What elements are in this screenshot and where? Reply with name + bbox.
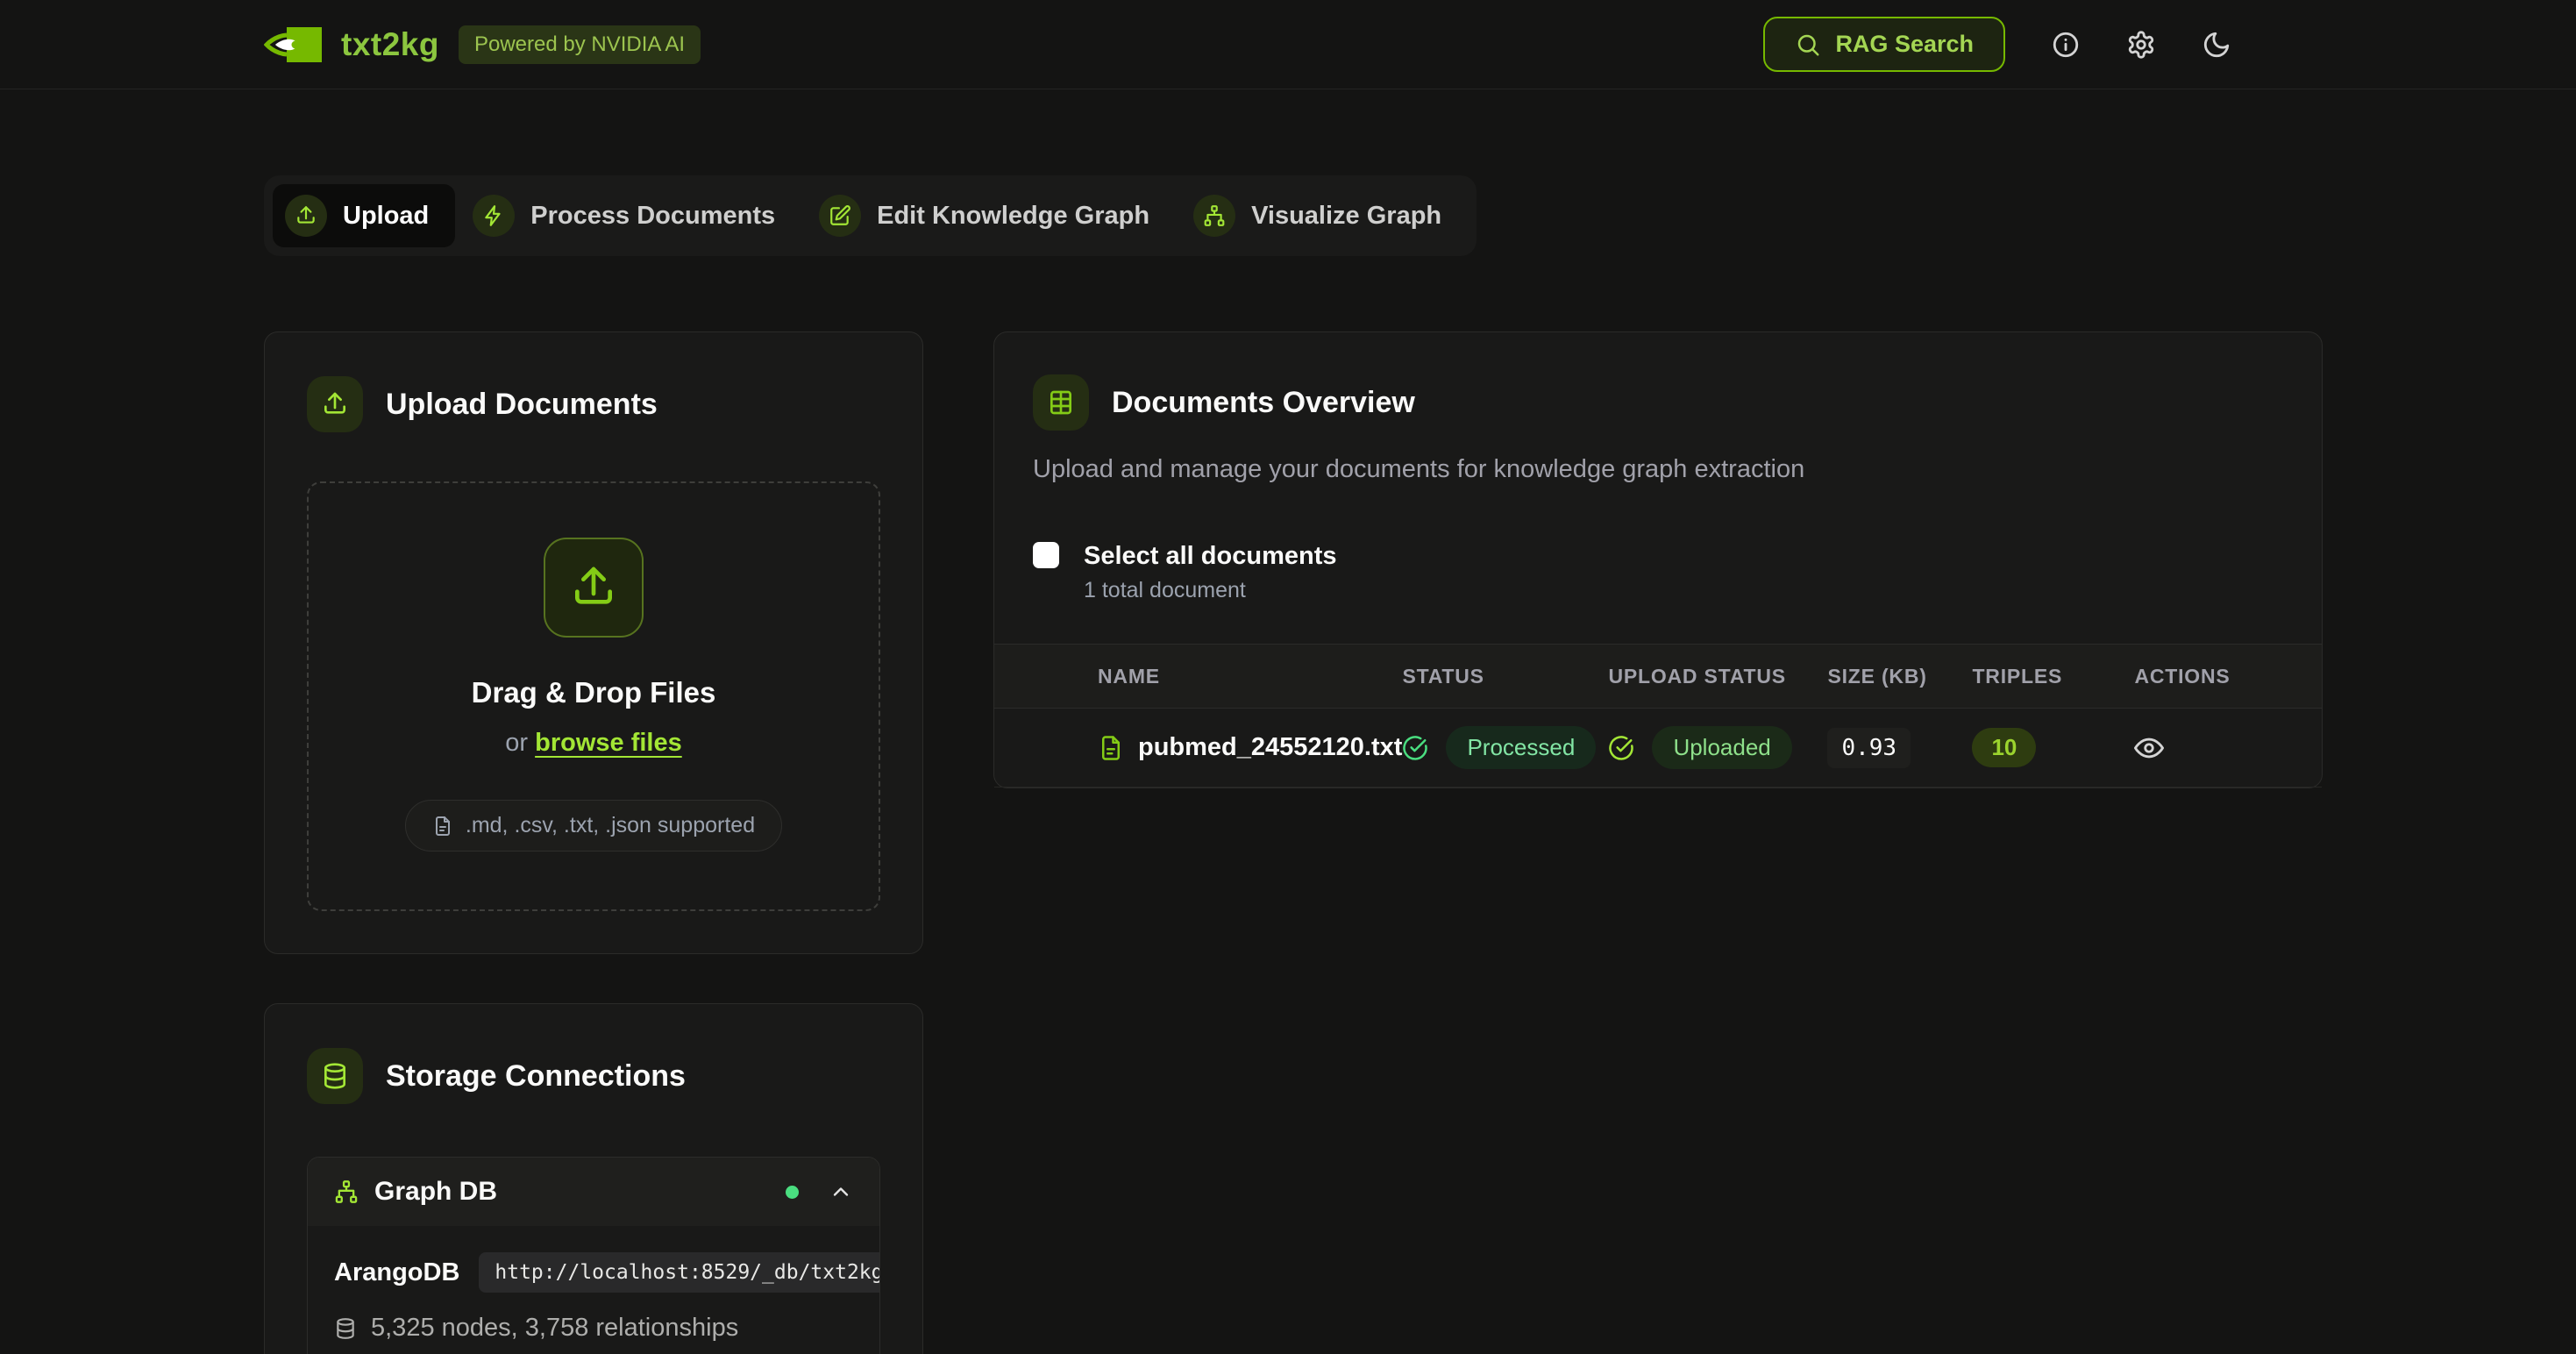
- graph-db-provider: ArangoDB: [334, 1258, 459, 1287]
- tab-visualize-graph[interactable]: Visualize Graph: [1181, 184, 1468, 247]
- upload-icon: [285, 195, 327, 237]
- header-actions: RAG Search: [1763, 17, 2312, 72]
- database-icon: [307, 1048, 363, 1104]
- tab-bar: Upload Process Documents Edit Knowled: [264, 175, 1477, 256]
- triples-badge: 10: [1972, 728, 2036, 767]
- upload-icon: [544, 538, 644, 638]
- tab-process-documents-label: Process Documents: [530, 202, 775, 231]
- tab-visualize-graph-label: Visualize Graph: [1251, 202, 1441, 231]
- graph-db-stats-text: 5,325 nodes, 3,758 relationships: [371, 1314, 738, 1343]
- check-circle-icon: [1608, 735, 1634, 761]
- search-icon: [1795, 32, 1821, 58]
- graph-db-url: http://localhost:8529/_db/txt2kg: [479, 1252, 880, 1293]
- dropzone-subtext: or browse files: [326, 729, 861, 758]
- app-title: txt2kg: [341, 26, 439, 63]
- select-all-label: Select all documents: [1084, 542, 1337, 571]
- size-value: 0.93: [1827, 728, 1911, 768]
- tab-edit-knowledge-graph-label: Edit Knowledge Graph: [877, 202, 1149, 231]
- documents-table: NAME STATUS UPLOAD STATUS SIZE (KB) TRIP…: [994, 644, 2322, 787]
- column-header-triples: TRIPLES: [1972, 665, 2134, 688]
- documents-card-title: Documents Overview: [1112, 386, 1415, 420]
- table-header-row: NAME STATUS UPLOAD STATUS SIZE (KB) TRIP…: [994, 644, 2322, 709]
- select-all-row: Select all documents 1 total document: [994, 542, 2322, 603]
- documents-overview-card: Documents Overview Upload and manage you…: [993, 331, 2323, 788]
- info-button[interactable]: [2051, 30, 2081, 60]
- moon-icon: [2202, 30, 2231, 60]
- table-row: pubmed_24552120.txt Processed: [994, 709, 2322, 787]
- or-text: or: [505, 729, 528, 757]
- check-circle-icon: [1402, 735, 1428, 761]
- graph-icon: [1193, 195, 1235, 237]
- total-documents-label: 1 total document: [1084, 578, 1337, 603]
- upload-status-badge: Uploaded: [1652, 726, 1791, 769]
- upload-icon: [307, 376, 363, 432]
- rag-search-button[interactable]: RAG Search: [1763, 17, 2005, 72]
- graph-db-details: ArangoDB http://localhost:8529/_db/txt2k…: [308, 1226, 879, 1354]
- graph-icon: [334, 1179, 359, 1204]
- column-header-name: NAME: [1098, 665, 1402, 688]
- powered-by-badge: Powered by NVIDIA AI: [459, 25, 701, 64]
- graph-db-status-dot: [786, 1186, 799, 1199]
- graph-db-label: Graph DB: [374, 1177, 497, 1207]
- db-connections-panel: Graph DB: [307, 1157, 880, 1354]
- theme-toggle-button[interactable]: [2202, 30, 2231, 60]
- status-badge: Processed: [1446, 726, 1596, 769]
- file-dropzone[interactable]: Drag & Drop Files or browse files .m: [307, 481, 880, 911]
- gear-icon: [2126, 30, 2156, 60]
- top-header: txt2kg Powered by NVIDIA AI RAG Search: [0, 0, 2576, 89]
- upload-card-title: Upload Documents: [386, 388, 658, 422]
- graph-db-stats: 5,325 nodes, 3,758 relationships: [334, 1314, 853, 1343]
- info-icon: [2051, 30, 2081, 60]
- eye-icon: [2134, 733, 2164, 763]
- file-icon: [1098, 735, 1124, 761]
- rag-search-label: RAG Search: [1835, 31, 1974, 58]
- view-document-button[interactable]: [2134, 733, 2164, 763]
- edit-icon: [819, 195, 861, 237]
- chevron-up-icon[interactable]: [829, 1179, 853, 1204]
- column-header-actions: ACTIONS: [2134, 665, 2283, 688]
- column-header-upload-status: UPLOAD STATUS: [1608, 665, 1827, 688]
- dropzone-title: Drag & Drop Files: [326, 676, 861, 709]
- select-all-checkbox[interactable]: [1033, 542, 1059, 568]
- supported-formats-label: .md, .csv, .txt, .json supported: [466, 813, 755, 838]
- settings-button[interactable]: [2126, 30, 2156, 60]
- browse-files-link[interactable]: browse files: [535, 729, 682, 757]
- column-header-status: STATUS: [1402, 665, 1608, 688]
- file-name: pubmed_24552120.txt: [1138, 733, 1402, 762]
- tab-edit-knowledge-graph[interactable]: Edit Knowledge Graph: [807, 184, 1176, 247]
- database-icon: [334, 1317, 357, 1340]
- file-icon: [432, 816, 453, 837]
- nvidia-logo-icon: [264, 25, 322, 65]
- tab-process-documents[interactable]: Process Documents: [460, 184, 801, 247]
- brand: txt2kg Powered by NVIDIA AI: [264, 25, 701, 65]
- column-header-size: SIZE (KB): [1827, 665, 1972, 688]
- app-screen: txt2kg Powered by NVIDIA AI RAG Search: [0, 0, 2576, 1354]
- documents-card-subtitle: Upload and manage your documents for kno…: [1033, 455, 2283, 484]
- tab-upload-label: Upload: [343, 202, 429, 231]
- upload-documents-card: Upload Documents Drag & Drop Files or br…: [264, 331, 923, 954]
- table-icon: [1033, 374, 1089, 431]
- storage-connections-card: Storage Connections: [264, 1003, 923, 1354]
- supported-formats-pill: .md, .csv, .txt, .json supported: [405, 800, 782, 852]
- tab-upload[interactable]: Upload: [273, 184, 455, 247]
- graph-db-section-toggle[interactable]: Graph DB: [308, 1158, 879, 1226]
- storage-card-title: Storage Connections: [386, 1059, 686, 1094]
- lightning-icon: [473, 195, 515, 237]
